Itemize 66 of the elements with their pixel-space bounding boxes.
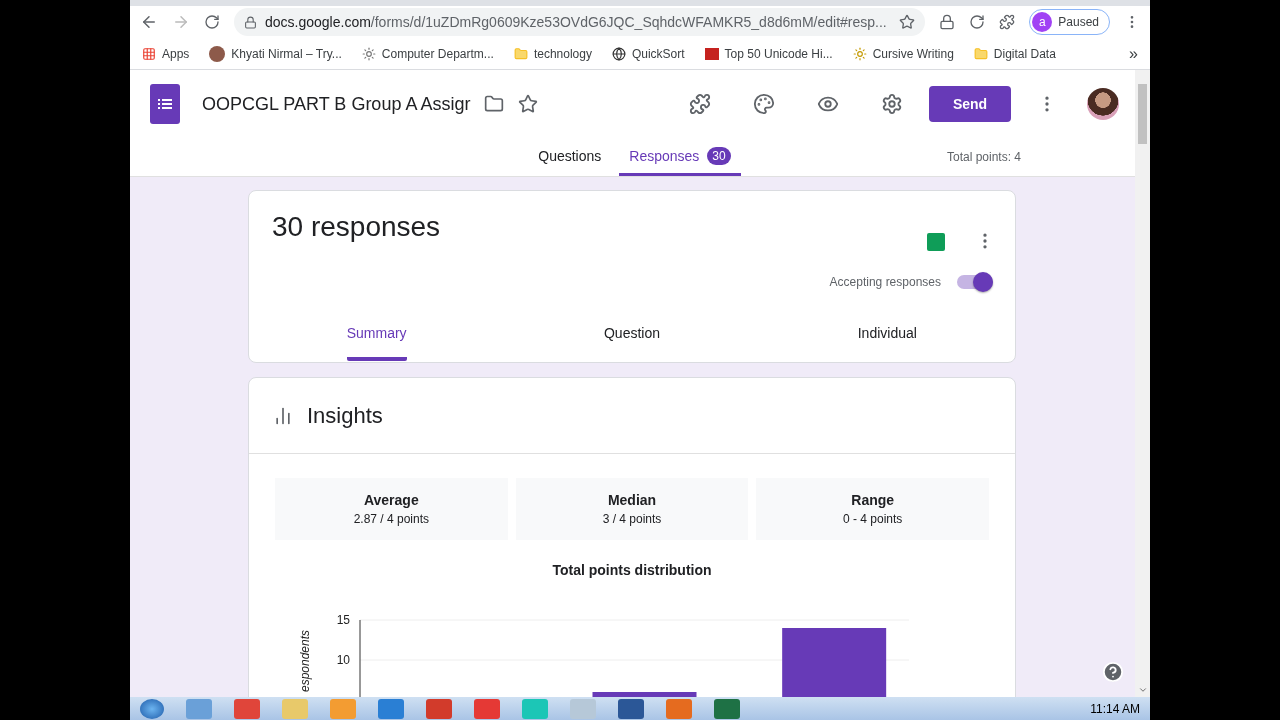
view-tab[interactable]: Summary	[249, 312, 505, 362]
stat-label: Average	[363, 492, 419, 508]
bookmarks-overflow[interactable]: »	[1129, 44, 1138, 63]
help-icon[interactable]	[1102, 661, 1124, 683]
site-icon	[704, 47, 719, 60]
accepting-toggle[interactable]	[957, 275, 993, 289]
taskbar-app-icon[interactable]	[234, 698, 260, 719]
bookmark[interactable]: Khyati Nirmal – Try...	[209, 45, 342, 62]
insights-title: Insights	[307, 402, 383, 429]
responses-heading: 30 responses	[272, 211, 441, 244]
forms-logo-icon[interactable]	[150, 84, 180, 124]
bookmark[interactable]: Top 50 Unicode Hi...	[704, 46, 833, 61]
tick-label: 15	[336, 613, 350, 627]
extensions-icon[interactable]	[999, 14, 1016, 30]
profile-avatar: a	[1032, 12, 1053, 32]
bookmark[interactable]: Apps	[142, 46, 190, 61]
send-button[interactable]: Send	[929, 86, 1011, 122]
folder-icon	[513, 46, 528, 61]
stat-value: 2.87 / 4 points	[353, 512, 430, 526]
taskbar-app-icon[interactable]	[426, 698, 452, 719]
total-points: Total points: 4	[946, 150, 1021, 164]
taskbar-app-icon[interactable]	[474, 698, 500, 719]
palette-icon[interactable]	[753, 93, 775, 115]
view-tab[interactable]: Question	[504, 312, 760, 362]
tick-label: 10	[336, 653, 350, 667]
account-avatar[interactable]	[1087, 88, 1119, 120]
tab[interactable]: Questions	[528, 138, 612, 176]
folder-icon	[973, 46, 988, 61]
stat-value: 0 - 4 points	[843, 512, 903, 526]
form-title[interactable]: OOPCGL PART B Group A Assigr	[202, 93, 471, 115]
scroll-down-icon[interactable]	[1137, 685, 1148, 695]
stat-value: 3 / 4 points	[602, 512, 662, 526]
bookmark[interactable]: technology	[513, 46, 592, 61]
start-icon[interactable]	[140, 698, 164, 719]
globe-icon	[611, 46, 626, 61]
taskbar-app-icon[interactable]	[618, 698, 644, 719]
apps-grid-icon	[142, 46, 156, 61]
bookmark[interactable]: Digital Data	[973, 46, 1056, 61]
stat-label: Range	[851, 492, 895, 508]
lock-icon	[244, 15, 257, 29]
address-bar[interactable]: docs.google.com/forms/d/1uZDmRg0609Kze53OVdG6JQC_SqhdcWFAMKR5_d8d6mM/edit#resp...	[234, 8, 926, 36]
add-ons-icon[interactable]	[689, 93, 711, 115]
folder-icon[interactable]	[484, 94, 505, 114]
scrollbar-thumb[interactable]	[1138, 84, 1147, 144]
avatar-icon	[209, 45, 226, 62]
taskbar-app-icon[interactable]	[378, 698, 404, 719]
count-badge: 30	[707, 146, 731, 165]
accepting-label: Accepting responses	[829, 275, 941, 289]
star-icon[interactable]	[518, 94, 539, 114]
stat-label: Median	[607, 492, 657, 508]
bookmark[interactable]: Computer Departm...	[361, 46, 494, 61]
flower-icon	[852, 46, 867, 61]
bookmark[interactable]: Cursive Writing	[852, 46, 954, 61]
view-tab[interactable]: Individual	[759, 312, 1015, 362]
axis-title: espondents	[298, 629, 312, 692]
taskbar-app-icon[interactable]	[714, 698, 740, 719]
url-text: docs.google.com/forms/d/1uZDmRg0609Kze53OVdG6JQC_SqhdcWFAMKR5_d8d6mM/edit#resp...	[265, 14, 887, 30]
bookmark[interactable]: QuickSort	[611, 46, 685, 61]
back-icon[interactable]	[140, 13, 158, 31]
chart-icon	[273, 405, 293, 426]
reload-icon[interactable]	[204, 14, 220, 30]
chart-title: Total points distribution	[551, 562, 713, 578]
star-icon[interactable]	[899, 14, 916, 30]
settings-icon[interactable]	[881, 93, 903, 115]
clock: 11:14 AM	[1090, 701, 1140, 716]
scrollbar[interactable]	[1135, 70, 1150, 697]
